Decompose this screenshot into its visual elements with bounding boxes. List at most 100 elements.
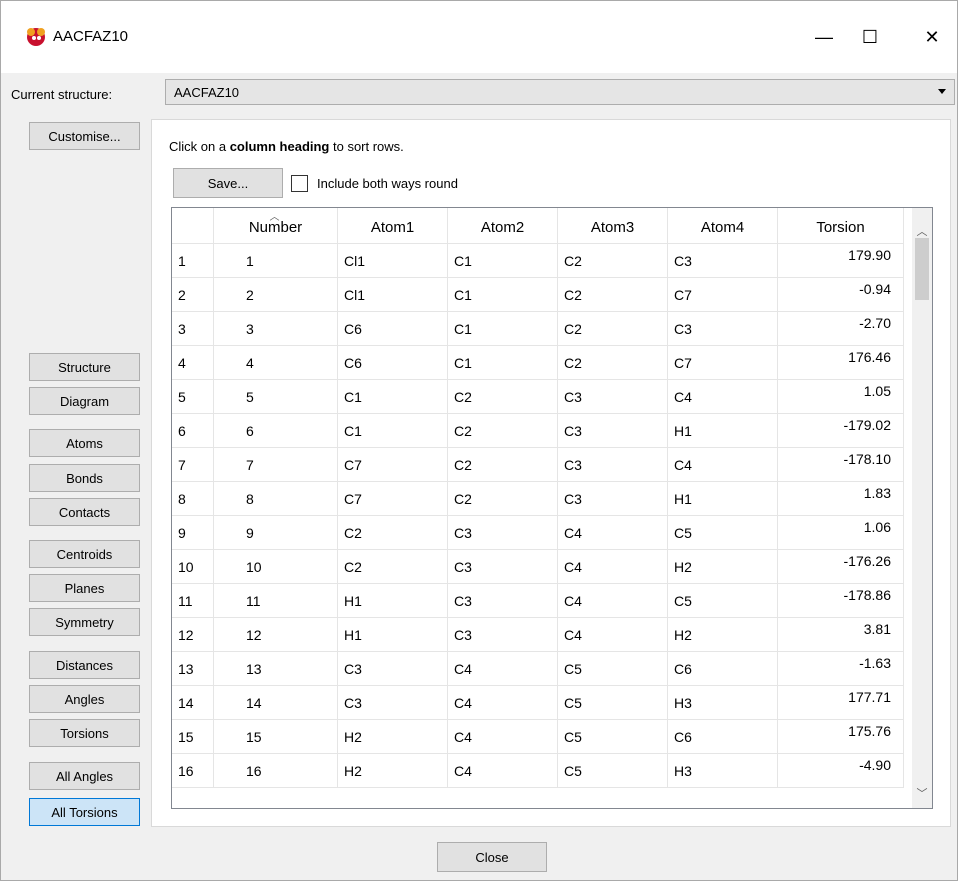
cell-atom3: C3 bbox=[558, 448, 668, 482]
symmetry-button[interactable]: Symmetry bbox=[29, 608, 140, 636]
cell-atom2: C1 bbox=[448, 278, 558, 312]
bonds-button[interactable]: Bonds bbox=[29, 464, 140, 492]
table-row[interactable]: 7 7 C7 C2 C3 C4 -178.10 bbox=[172, 448, 912, 482]
close-window-button[interactable]: ✕ bbox=[909, 19, 955, 55]
cell-atom3: C5 bbox=[558, 686, 668, 720]
row-index: 4 bbox=[172, 346, 214, 380]
contacts-button[interactable]: Contacts bbox=[29, 498, 140, 526]
cell-number: 6 bbox=[214, 414, 338, 448]
close-button[interactable]: Close bbox=[437, 842, 547, 872]
cell-number: 13 bbox=[214, 652, 338, 686]
cell-atom3: C2 bbox=[558, 312, 668, 346]
atoms-button[interactable]: Atoms bbox=[29, 429, 140, 457]
table-row[interactable]: 15 15 H2 C4 C5 C6 175.76 bbox=[172, 720, 912, 754]
table-row[interactable]: 2 2 Cl1 C1 C2 C7 -0.94 bbox=[172, 278, 912, 312]
dialog-window: AACFAZ10 — ☐ ✕ Current structure: AACFAZ… bbox=[0, 0, 958, 881]
table-row[interactable]: 10 10 C2 C3 C4 H2 -176.26 bbox=[172, 550, 912, 584]
table-row[interactable]: 9 9 C2 C3 C4 C5 1.06 bbox=[172, 516, 912, 550]
cell-atom1: C2 bbox=[338, 550, 448, 584]
column-header-atom1[interactable]: Atom1 bbox=[338, 208, 448, 244]
maximize-button[interactable]: ☐ bbox=[847, 19, 893, 55]
table-row[interactable]: 5 5 C1 C2 C3 C4 1.05 bbox=[172, 380, 912, 414]
cell-torsion: -178.10 bbox=[778, 448, 904, 482]
cell-atom2: C4 bbox=[448, 652, 558, 686]
torsions-button[interactable]: Torsions bbox=[29, 719, 140, 747]
cell-torsion: -0.94 bbox=[778, 278, 904, 312]
table-row[interactable]: 12 12 H1 C3 C4 H2 3.81 bbox=[172, 618, 912, 652]
cell-atom1: C7 bbox=[338, 448, 448, 482]
table-row[interactable]: 4 4 C6 C1 C2 C7 176.46 bbox=[172, 346, 912, 380]
cell-atom3: C4 bbox=[558, 584, 668, 618]
all-angles-button[interactable]: All Angles bbox=[29, 762, 140, 790]
cell-atom4: H3 bbox=[668, 686, 778, 720]
cell-atom4: H3 bbox=[668, 754, 778, 788]
row-index: 2 bbox=[172, 278, 214, 312]
cell-torsion: 175.76 bbox=[778, 720, 904, 754]
save-button[interactable]: Save... bbox=[173, 168, 283, 198]
structure-button[interactable]: Structure bbox=[29, 353, 140, 381]
cell-atom2: C1 bbox=[448, 244, 558, 278]
angles-button[interactable]: Angles bbox=[29, 685, 140, 713]
table-row[interactable]: 14 14 C3 C4 C5 H3 177.71 bbox=[172, 686, 912, 720]
cell-atom4: H1 bbox=[668, 482, 778, 516]
minimize-button[interactable]: — bbox=[801, 19, 847, 55]
cell-number: 12 bbox=[214, 618, 338, 652]
table-row[interactable]: 13 13 C3 C4 C5 C6 -1.63 bbox=[172, 652, 912, 686]
cell-atom3: C5 bbox=[558, 754, 668, 788]
cell-atom3: C2 bbox=[558, 244, 668, 278]
column-header-torsion[interactable]: Torsion bbox=[778, 208, 904, 244]
scroll-down-icon[interactable]: ﹀ bbox=[912, 784, 932, 802]
diagram-button[interactable]: Diagram bbox=[29, 387, 140, 415]
vertical-scrollbar[interactable]: ︿ ﹀ bbox=[912, 208, 932, 808]
cell-atom4: C5 bbox=[668, 584, 778, 618]
all-torsions-button[interactable]: All Torsions bbox=[29, 798, 140, 826]
cell-torsion: -2.70 bbox=[778, 312, 904, 346]
structure-select-value: AACFAZ10 bbox=[174, 85, 240, 100]
table-row[interactable]: 6 6 C1 C2 C3 H1 -179.02 bbox=[172, 414, 912, 448]
centroids-button[interactable]: Centroids bbox=[29, 540, 140, 568]
torsions-table: ︿ Number Atom1 Atom2 Atom3 Atom4 Torsion… bbox=[171, 207, 933, 809]
scroll-thumb[interactable] bbox=[915, 238, 929, 300]
cell-atom2: C3 bbox=[448, 550, 558, 584]
cell-number: 1 bbox=[214, 244, 338, 278]
cell-atom4: C5 bbox=[668, 516, 778, 550]
row-index: 12 bbox=[172, 618, 214, 652]
table-row[interactable]: 3 3 C6 C1 C2 C3 -2.70 bbox=[172, 312, 912, 346]
current-structure-label: Current structure: bbox=[11, 87, 113, 102]
table-row[interactable]: 11 11 H1 C3 C4 C5 -178.86 bbox=[172, 584, 912, 618]
cell-number: 9 bbox=[214, 516, 338, 550]
cell-atom3: C4 bbox=[558, 550, 668, 584]
cell-atom2: C4 bbox=[448, 754, 558, 788]
cell-atom4: C6 bbox=[668, 720, 778, 754]
column-header-atom3[interactable]: Atom3 bbox=[558, 208, 668, 244]
row-index: 11 bbox=[172, 584, 214, 618]
cell-atom1: H1 bbox=[338, 618, 448, 652]
table-row[interactable]: 16 16 H2 C4 C5 H3 -4.90 bbox=[172, 754, 912, 788]
table-row[interactable]: 8 8 C7 C2 C3 H1 1.83 bbox=[172, 482, 912, 516]
column-header-number[interactable]: ︿ Number bbox=[214, 208, 338, 244]
cell-number: 16 bbox=[214, 754, 338, 788]
include-both-ways-checkbox[interactable] bbox=[291, 175, 308, 192]
row-index: 1 bbox=[172, 244, 214, 278]
column-header-atom2[interactable]: Atom2 bbox=[448, 208, 558, 244]
cell-atom4: H2 bbox=[668, 618, 778, 652]
row-index: 13 bbox=[172, 652, 214, 686]
structure-select[interactable]: AACFAZ10 bbox=[165, 79, 955, 105]
app-logo-icon bbox=[27, 28, 45, 46]
cell-atom1: C1 bbox=[338, 380, 448, 414]
row-index: 14 bbox=[172, 686, 214, 720]
customise-button[interactable]: Customise... bbox=[29, 122, 140, 150]
cell-atom3: C3 bbox=[558, 482, 668, 516]
cell-atom4: C3 bbox=[668, 244, 778, 278]
cell-number: 5 bbox=[214, 380, 338, 414]
window-title: AACFAZ10 bbox=[53, 28, 129, 45]
row-index: 10 bbox=[172, 550, 214, 584]
distances-button[interactable]: Distances bbox=[29, 651, 140, 679]
planes-button[interactable]: Planes bbox=[29, 574, 140, 602]
cell-torsion: 1.05 bbox=[778, 380, 904, 414]
table-row[interactable]: 1 1 Cl1 C1 C2 C3 179.90 bbox=[172, 244, 912, 278]
cell-atom3: C3 bbox=[558, 380, 668, 414]
column-header-atom4[interactable]: Atom4 bbox=[668, 208, 778, 244]
cell-number: 15 bbox=[214, 720, 338, 754]
row-index-header bbox=[172, 208, 214, 244]
